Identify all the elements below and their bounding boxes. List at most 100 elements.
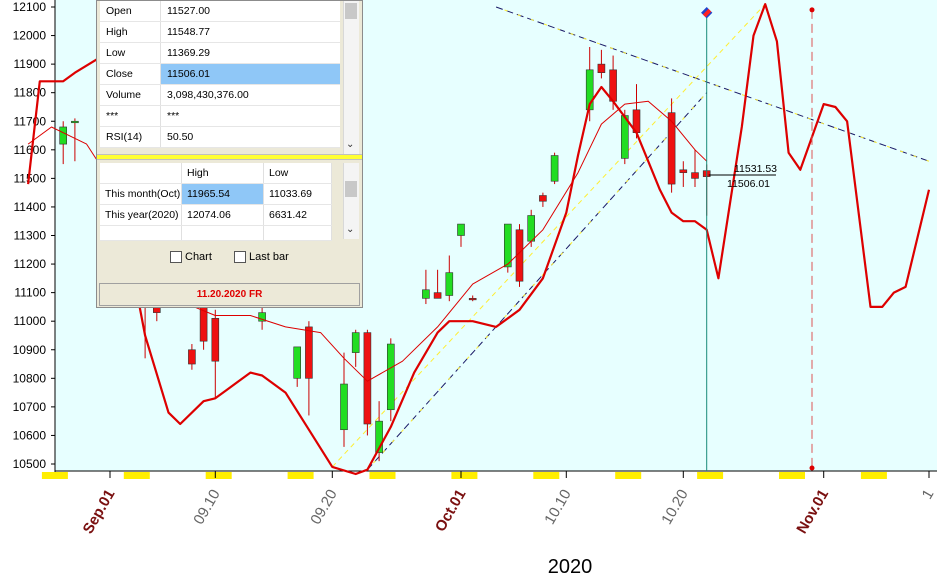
y-tick-label: 11800 bbox=[14, 86, 47, 100]
ohlc-table: Open 11527.00 High 11548.77 Low 11369.29 Close… bbox=[100, 1, 340, 148]
candle-body bbox=[527, 215, 536, 242]
ohlc-value: 50.50 bbox=[160, 126, 340, 148]
candle-body bbox=[422, 289, 430, 299]
ohlc-key: Volume bbox=[100, 84, 161, 106]
hl-row-month: This month(Oct) 11965.54 11033.69 bbox=[100, 183, 332, 205]
y-tick-label: 11700 bbox=[14, 114, 47, 128]
weekend-marker bbox=[123, 472, 150, 479]
y-tick-label: 10700 bbox=[13, 400, 47, 414]
ohlc-row: Close 11506.01 bbox=[100, 63, 340, 85]
ohlc-value: 11548.77 bbox=[160, 21, 340, 43]
weekend-marker bbox=[205, 472, 232, 479]
y-tick-label: 11200 bbox=[14, 257, 47, 271]
candle-body bbox=[71, 120, 79, 124]
x-tick-label: 10.10 bbox=[541, 487, 574, 528]
hl-low: 11033.69 bbox=[263, 183, 332, 205]
candle-body bbox=[503, 223, 512, 268]
scrollbar-thumb[interactable] bbox=[345, 181, 357, 197]
ohlc-value: 3,098,430,376.00 bbox=[160, 84, 340, 106]
candle-body bbox=[340, 383, 348, 431]
y-tick-label: 12100 bbox=[13, 0, 47, 14]
candle-body bbox=[188, 349, 196, 365]
hl-label: This year(2020) bbox=[100, 204, 182, 226]
weekend-strip bbox=[41, 470, 937, 479]
y-tick-label: 10600 bbox=[13, 428, 47, 442]
ohlc-value: 11527.00 bbox=[160, 1, 340, 22]
x-axis: Sep.01 09.10 09.20 Oct.01 10.10 10.20 Nov.01 1 bbox=[80, 471, 937, 537]
hl-high: 11965.54 bbox=[181, 183, 264, 205]
y-tick-label: 11000 bbox=[14, 314, 47, 328]
candle-body bbox=[539, 195, 547, 202]
candle-body bbox=[597, 63, 606, 73]
x-tick-label: 1 bbox=[919, 487, 937, 503]
hl-header-low: Low bbox=[263, 163, 332, 184]
ohlc-key: High bbox=[100, 21, 161, 43]
weekend-marker bbox=[287, 472, 314, 479]
candle-body bbox=[305, 326, 313, 379]
y-tick-label: 11300 bbox=[14, 229, 47, 243]
y-tick-label: 12000 bbox=[13, 29, 47, 43]
candle-body bbox=[691, 172, 699, 179]
panel-divider[interactable] bbox=[97, 154, 362, 160]
scrollbar-thumb[interactable] bbox=[345, 3, 357, 19]
close-price-label: 11506.01 bbox=[727, 178, 770, 190]
ohlc-row: RSI(14) 50.50 bbox=[100, 126, 340, 148]
weekend-marker bbox=[369, 472, 396, 479]
cursor-price-label: 11531.53 bbox=[734, 163, 777, 175]
candle-body bbox=[679, 169, 688, 173]
weekend-marker bbox=[860, 472, 887, 479]
candle-body bbox=[433, 292, 442, 299]
checkbox-box[interactable] bbox=[170, 251, 182, 263]
candle-body bbox=[351, 332, 360, 353]
x-tick-label: 10.20 bbox=[658, 487, 691, 528]
hl-header-blank bbox=[100, 163, 182, 184]
hl-row-year: This year(2020) 12074.06 6631.42 bbox=[100, 204, 332, 226]
checkbox-box[interactable] bbox=[234, 251, 246, 263]
hl-header-high: High bbox=[181, 163, 264, 184]
lastbar-checkbox-label: Last bar bbox=[249, 251, 289, 263]
ohlc-row: High 11548.77 bbox=[100, 21, 340, 43]
x-tick-label: Nov.01 bbox=[793, 487, 832, 537]
hl-row-blank bbox=[100, 225, 332, 241]
chevron-down-icon[interactable]: ⌄ bbox=[346, 224, 354, 235]
high-low-table: High Low This month(Oct) 11965.54 11033.… bbox=[100, 163, 332, 241]
ohlc-row: Low 11369.29 bbox=[100, 42, 340, 64]
y-tick-label: 11100 bbox=[14, 286, 46, 300]
y-tick-label: 11600 bbox=[14, 143, 47, 157]
y-axis: 10500 10600 10700 10800 10900 11000 11100 11200… bbox=[13, 0, 56, 472]
ohlc-key: RSI(14) bbox=[100, 126, 161, 148]
weekend-marker bbox=[451, 472, 478, 479]
weekend-marker bbox=[533, 472, 560, 479]
ohlc-key: Close bbox=[100, 63, 161, 85]
x-tick-label: Sep.01 bbox=[80, 487, 119, 537]
x-tick-label: 09.20 bbox=[307, 487, 340, 528]
ohlc-value: 11369.29 bbox=[160, 42, 340, 64]
hl-scrollbar[interactable]: ⌄ bbox=[343, 163, 359, 239]
y-tick-label: 10800 bbox=[13, 371, 47, 385]
year-label: 2020 bbox=[548, 556, 593, 577]
info-panel[interactable]: Open 11527.00 High 11548.77 Low 11369.29 Close… bbox=[96, 0, 363, 308]
hl-low: 6631.42 bbox=[263, 204, 332, 226]
y-tick-label: 11400 bbox=[14, 200, 47, 214]
candle-body bbox=[457, 223, 465, 236]
candle-body bbox=[211, 318, 220, 362]
x-tick-label: Oct.01 bbox=[432, 487, 470, 535]
chart-checkbox[interactable]: Chart bbox=[170, 251, 212, 263]
weekend-marker bbox=[615, 472, 642, 479]
ohlc-value: *** bbox=[160, 105, 340, 127]
candle-body bbox=[293, 346, 302, 379]
ohlc-value: 11506.01 bbox=[160, 63, 340, 85]
ohlc-row: Open 11527.00 bbox=[100, 1, 340, 22]
date-bar: 11.20.2020 FR bbox=[99, 283, 360, 306]
y-tick-label: 10500 bbox=[13, 457, 47, 471]
candle-body bbox=[59, 126, 68, 145]
chevron-down-icon[interactable]: ⌄ bbox=[346, 139, 354, 150]
x-tick-label: 09.10 bbox=[190, 487, 223, 528]
candle-body bbox=[550, 155, 559, 182]
ohlc-scrollbar[interactable]: ⌄ bbox=[343, 1, 359, 154]
candle-body bbox=[386, 343, 395, 411]
weekend-marker bbox=[779, 472, 805, 479]
ohlc-key: *** bbox=[100, 105, 161, 127]
checkbox-row: Chart Last bar bbox=[97, 245, 362, 271]
lastbar-checkbox[interactable]: Last bar bbox=[234, 251, 289, 263]
